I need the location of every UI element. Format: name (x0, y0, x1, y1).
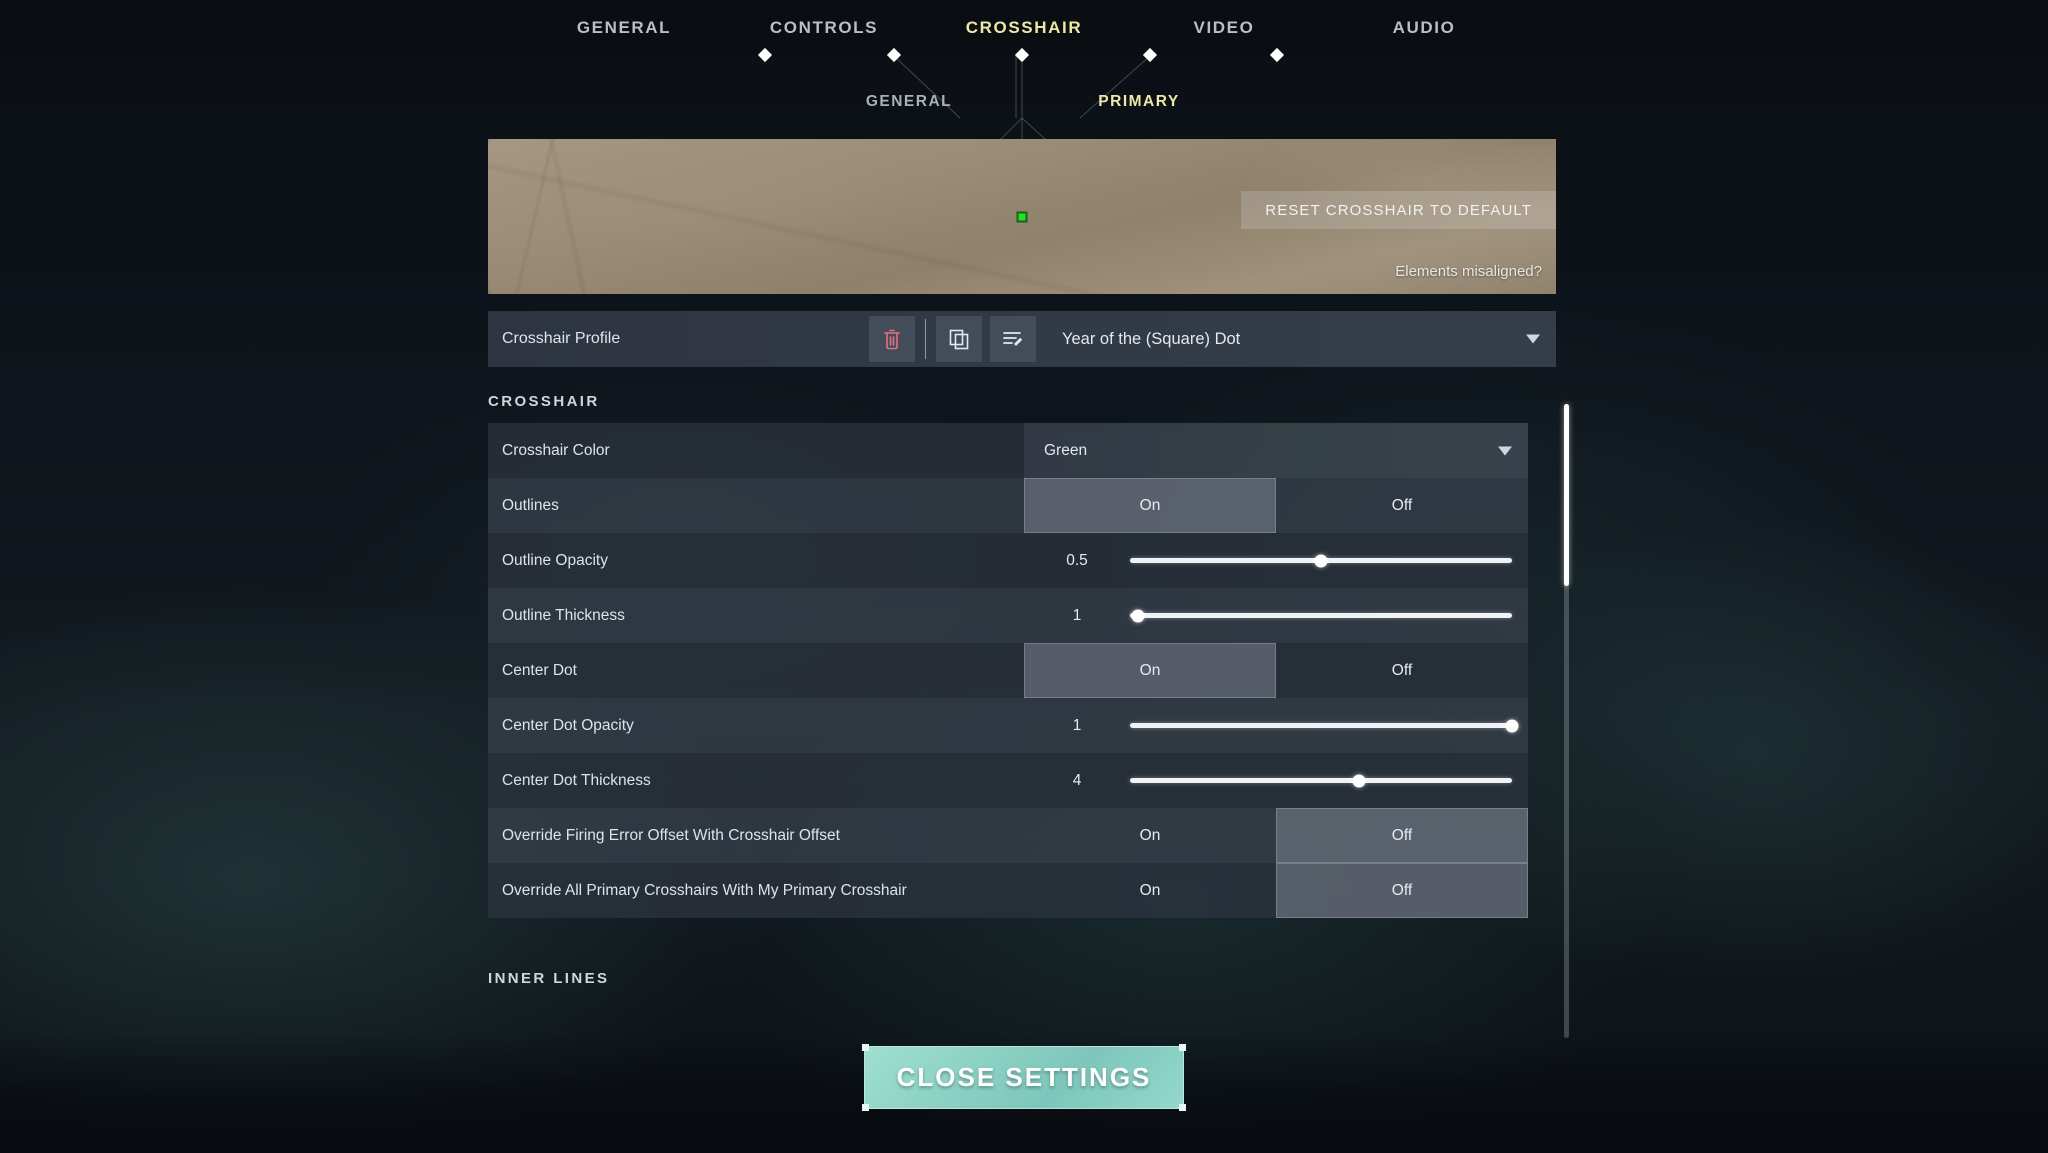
setting-control: 1 (1024, 698, 1528, 753)
setting-control: 4 (1024, 753, 1528, 808)
scrollbar-thumb[interactable] (1564, 404, 1569, 586)
nav-tab-audio[interactable]: AUDIO (1354, 18, 1494, 38)
toggle-option-off[interactable]: Off (1276, 808, 1528, 863)
setting-control: 1 (1024, 588, 1528, 643)
corner-accent (1179, 1044, 1186, 1051)
settings-rows: Crosshair Color Green Outlines On Off Outline… (488, 423, 1528, 918)
nav-tab-general[interactable]: GENERAL (554, 18, 694, 38)
toggle-option-on[interactable]: On (1024, 478, 1276, 533)
toggle-option-on[interactable]: On (1024, 808, 1276, 863)
slider-thumb[interactable] (1352, 774, 1366, 787)
setting-label: Override Firing Error Offset With Crossh… (502, 826, 840, 844)
reset-crosshair-button[interactable]: RESET CROSSHAIR TO DEFAULT (1241, 191, 1556, 229)
setting-slider[interactable] (1130, 609, 1512, 622)
corner-accent (1179, 1104, 1186, 1111)
setting-label: Override All Primary Crosshairs With My … (502, 881, 907, 899)
setting-toggle-group: On Off (1024, 863, 1528, 918)
primary-nav: GENERAL CONTROLS CROSSHAIR VIDEO AUDIO (0, 0, 2048, 56)
nav-tab-video[interactable]: VIDEO (1154, 18, 1294, 38)
setting-slider-wrap: 1 (1024, 607, 1528, 625)
settings-row: Crosshair Color Green (488, 423, 1528, 478)
setting-slider[interactable] (1130, 774, 1512, 787)
settings-row: Override Firing Error Offset With Crossh… (488, 808, 1528, 863)
setting-label: Outline Opacity (502, 551, 608, 569)
close-settings-wrap: CLOSE SETTINGS (862, 1044, 1186, 1111)
toggle-option-off[interactable]: Off (1276, 643, 1528, 698)
crosshair-profile-bar: Crosshair Profile Year of the (Square) D… (488, 311, 1556, 367)
setting-label: Crosshair Color (502, 441, 610, 459)
crosshair-center-dot (1016, 211, 1028, 222)
setting-control: On Off (1024, 808, 1528, 863)
section-header-inner-lines: INNER LINES (488, 970, 610, 987)
rename-icon (1003, 332, 1023, 346)
crosshair-preview: RESET CROSSHAIR TO DEFAULT Elements misa… (488, 139, 1556, 294)
icon-divider (925, 319, 926, 359)
toggle-option-on[interactable]: On (1024, 643, 1276, 698)
settings-row: Outline Thickness 1 (488, 588, 1528, 643)
subnav-tab-primary[interactable]: PRIMARY (1074, 93, 1204, 111)
rename-profile-button[interactable] (990, 316, 1036, 362)
nav-tab-controls[interactable]: CONTROLS (754, 18, 894, 38)
settings-screen: GENERAL CONTROLS CROSSHAIR VIDEO AUDIO GENER… (0, 0, 2048, 1153)
setting-label: Outline Thickness (502, 606, 625, 624)
slider-value: 1 (1072, 716, 1082, 734)
settings-row: Outline Opacity 0.5 (488, 533, 1528, 588)
setting-slider-wrap: 1 (1024, 717, 1528, 735)
copy-icon (949, 329, 968, 349)
crosshair-profile-select[interactable]: Year of the (Square) Dot (1044, 311, 1556, 367)
setting-control: On Off (1024, 863, 1528, 918)
setting-toggle-group: On Off (1024, 643, 1528, 698)
setting-label: Center Dot (502, 661, 577, 679)
setting-dropdown-value: Green (1044, 441, 1088, 459)
chevron-down-icon (1498, 446, 1512, 455)
setting-dropdown[interactable]: Green (1024, 423, 1528, 478)
toggle-option-off[interactable]: Off (1276, 863, 1528, 918)
close-settings-button[interactable]: CLOSE SETTINGS (862, 1044, 1186, 1111)
trash-icon (884, 329, 900, 350)
setting-label: Outlines (502, 496, 559, 514)
slider-value: 0.5 (1066, 551, 1088, 569)
setting-toggle-group: On Off (1024, 808, 1528, 863)
slider-thumb[interactable] (1505, 719, 1519, 732)
setting-control: 0.5 (1024, 533, 1528, 588)
chevron-down-icon (1526, 334, 1540, 344)
slider-thumb[interactable] (1314, 554, 1328, 567)
duplicate-profile-button[interactable] (936, 316, 982, 362)
setting-control: On Off (1024, 643, 1528, 698)
setting-toggle-group: On Off (1024, 478, 1528, 533)
nav-tab-crosshair[interactable]: CROSSHAIR (954, 18, 1094, 38)
setting-slider[interactable] (1130, 554, 1512, 567)
delete-profile-button[interactable] (869, 316, 915, 362)
settings-row: Center Dot On Off (488, 643, 1528, 698)
setting-slider-wrap: 4 (1024, 772, 1528, 790)
setting-label: Center Dot Thickness (502, 771, 651, 789)
setting-control: On Off (1024, 478, 1528, 533)
toggle-option-off[interactable]: Off (1276, 478, 1528, 533)
slider-value: 4 (1072, 771, 1082, 789)
slider-value: 1 (1072, 606, 1082, 624)
subnav-tab-general[interactable]: GENERAL (844, 93, 974, 111)
section-header-crosshair: CROSSHAIR (488, 393, 600, 410)
close-settings-label: CLOSE SETTINGS (896, 1062, 1152, 1092)
settings-row: Center Dot Opacity 1 (488, 698, 1528, 753)
settings-row: Override All Primary Crosshairs With My … (488, 863, 1528, 918)
setting-control: Green (1024, 423, 1528, 478)
setting-slider-wrap: 0.5 (1024, 552, 1528, 570)
crosshair-profile-label: Crosshair Profile (502, 330, 621, 347)
settings-row: Center Dot Thickness 4 (488, 753, 1528, 808)
settings-scrollbar[interactable] (1564, 404, 1569, 1038)
corner-accent (862, 1044, 869, 1051)
secondary-nav: GENERAL PRIMARY (0, 85, 2048, 119)
corner-accent (862, 1104, 869, 1111)
setting-slider[interactable] (1130, 719, 1519, 732)
setting-label: Center Dot Opacity (502, 716, 634, 734)
settings-row: Outlines On Off (488, 478, 1528, 533)
crosshair-profile-value: Year of the (Square) Dot (1062, 329, 1241, 348)
settings-content: RESET CROSSHAIR TO DEFAULT Elements misa… (488, 139, 1556, 1000)
toggle-option-on[interactable]: On (1024, 863, 1276, 918)
slider-thumb[interactable] (1131, 609, 1145, 622)
elements-misaligned-link[interactable]: Elements misaligned? (1395, 263, 1542, 280)
